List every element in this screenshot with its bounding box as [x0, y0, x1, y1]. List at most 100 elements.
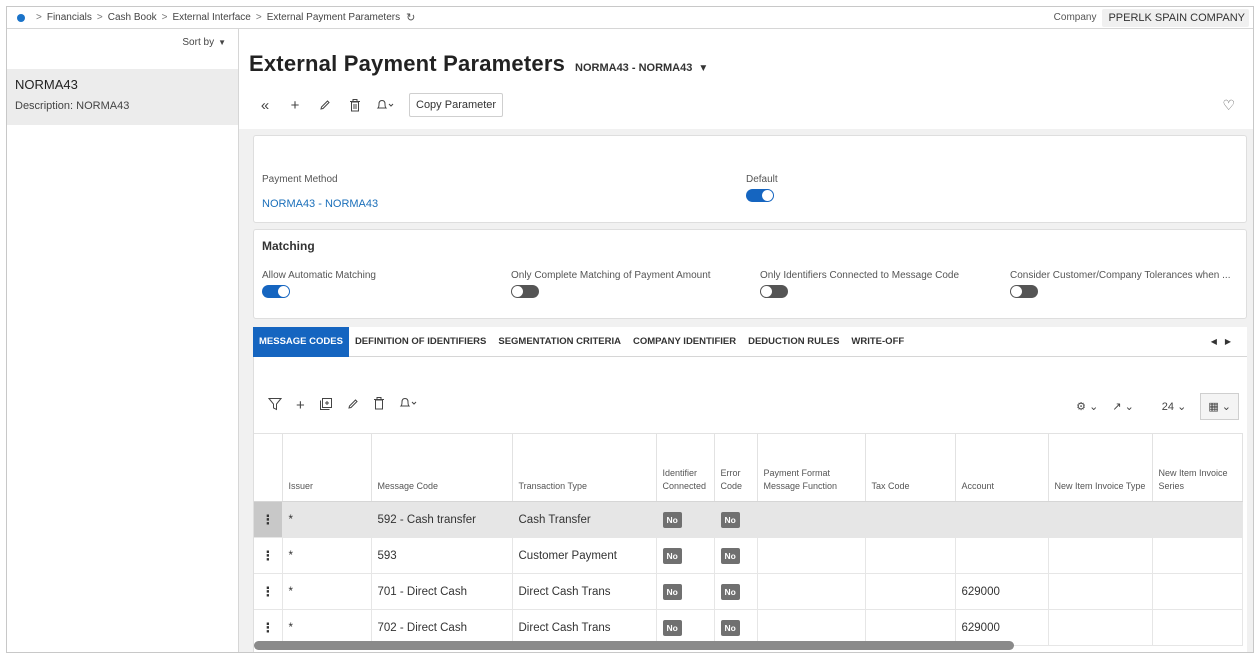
- breadcrumb-item-cash-book[interactable]: Cash Book: [108, 12, 157, 23]
- record-description-value: NORMA43: [76, 100, 130, 112]
- column-header-new-item-invoice-series[interactable]: New Item Invoice Series: [1152, 433, 1243, 502]
- settings-gear-icon[interactable]: ⚙ ⌄: [1076, 400, 1098, 413]
- tab-message-codes[interactable]: MESSAGE CODES: [253, 326, 349, 357]
- tolerances-toggle[interactable]: [1010, 285, 1038, 298]
- cell-error-code: No: [714, 573, 758, 610]
- sort-by-label: Sort by: [182, 36, 215, 48]
- tab-segmentation-criteria[interactable]: SEGMENTATION CRITERIA: [492, 327, 627, 357]
- record-selector[interactable]: NORMA43 - NORMA43: [575, 62, 692, 74]
- breadcrumb-item-current[interactable]: External Payment Parameters: [267, 12, 400, 23]
- matching-card: Matching Allow Automatic Matching Only C…: [253, 229, 1247, 319]
- tab-write-off[interactable]: WRITE-OFF: [845, 327, 910, 357]
- column-header-identifier-connected[interactable]: Identifier Connected: [656, 433, 715, 502]
- bell-icon[interactable]: [399, 397, 417, 415]
- app-frame: > Financials > Cash Book > External Inte…: [6, 6, 1254, 653]
- row-menu-icon[interactable]: ⋮: [254, 501, 283, 538]
- breadcrumb-item-external-interface[interactable]: External Interface: [172, 12, 250, 23]
- sort-by-button[interactable]: Sort by ▼: [7, 29, 238, 55]
- payment-method-field: Payment Method NORMA43 - NORMA43: [262, 174, 378, 210]
- identifiers-connected-toggle[interactable]: [760, 285, 788, 298]
- tab-definition-of-identifiers[interactable]: DEFINITION OF IDENTIFIERS: [349, 327, 492, 357]
- caret-down-icon[interactable]: ▼: [698, 63, 708, 74]
- delete-icon[interactable]: [343, 93, 367, 117]
- column-header-issuer[interactable]: Issuer: [282, 433, 372, 502]
- add-row-icon[interactable]: +: [296, 397, 305, 415]
- default-field: Default: [746, 174, 778, 202]
- grid-toolbar: + ⚙ ⌄ ↗ ⌄ 24 ⌄ ▦ ⌄: [254, 387, 1247, 427]
- complete-matching-label: Only Complete Matching of Payment Amount: [511, 270, 711, 281]
- column-header-error-code[interactable]: Error Code: [714, 433, 758, 502]
- copy-parameter-button[interactable]: Copy Parameter: [409, 93, 504, 117]
- status-dot-icon: [17, 13, 25, 22]
- grid-toolbar-right: ⚙ ⌄ ↗ ⌄ 24 ⌄ ▦ ⌄: [1062, 393, 1239, 420]
- cell-invoice-type: [1048, 537, 1153, 574]
- complete-matching-toggle[interactable]: [511, 285, 539, 298]
- message-codes-panel: + ⚙ ⌄ ↗ ⌄ 24 ⌄ ▦ ⌄ Issuer Message Code T…: [253, 357, 1247, 652]
- bell-icon[interactable]: [373, 93, 397, 117]
- top-bar: > Financials > Cash Book > External Inte…: [7, 7, 1253, 29]
- payment-method-link[interactable]: NORMA43 - NORMA43: [262, 198, 378, 210]
- edit-row-icon[interactable]: [347, 397, 359, 415]
- cell-account: [955, 501, 1049, 538]
- column-header-payment-format[interactable]: Payment Format Message Function: [757, 433, 866, 502]
- filter-icon[interactable]: [267, 397, 283, 415]
- cell-issuer: *: [282, 537, 372, 574]
- allow-automatic-matching-toggle[interactable]: [262, 285, 290, 298]
- company-value[interactable]: PPERLK SPAIN COMPANY: [1102, 8, 1249, 27]
- column-header-new-item-invoice-type[interactable]: New Item Invoice Type: [1048, 433, 1153, 502]
- column-header-message-code[interactable]: Message Code: [371, 433, 513, 502]
- refresh-icon[interactable]: ↻: [406, 11, 415, 24]
- page-header: External Payment Parameters NORMA43 - NO…: [239, 29, 1253, 129]
- matching-field-auto: Allow Automatic Matching: [262, 270, 376, 298]
- table-row[interactable]: ⋮ * 592 - Cash transfer Cash Transfer No…: [254, 501, 1243, 538]
- cell-payment-format: [757, 573, 866, 610]
- breadcrumb-separator-icon: >: [36, 12, 42, 23]
- grid-toolbar-left: +: [267, 397, 431, 415]
- cell-account-link[interactable]: 629000: [955, 573, 1049, 610]
- column-header-actions: [254, 433, 283, 502]
- page-size-value: 24: [1161, 401, 1175, 413]
- general-card: Payment Method NORMA43 - NORMA43 Default: [253, 135, 1247, 223]
- favorite-heart-icon[interactable]: ♡: [1222, 97, 1235, 114]
- tab-scroll-arrows-icon[interactable]: ◀▶: [1211, 337, 1247, 346]
- no-badge: No: [720, 547, 740, 564]
- company-selector[interactable]: Company PPERLK SPAIN COMPANY: [1054, 8, 1253, 27]
- duplicate-icon[interactable]: [319, 397, 333, 415]
- tab-bar: MESSAGE CODES DEFINITION OF IDENTIFIERS …: [253, 326, 1247, 357]
- tab-company-identifier[interactable]: COMPANY IDENTIFIER: [627, 327, 742, 357]
- cell-error-code: No: [714, 501, 758, 538]
- breadcrumb-separator-icon: >: [161, 12, 168, 23]
- table-header-row: Issuer Message Code Transaction Type Ide…: [254, 433, 1243, 502]
- column-header-transaction-type[interactable]: Transaction Type: [512, 433, 657, 502]
- column-header-account[interactable]: Account: [955, 433, 1049, 502]
- page-size-selector[interactable]: 24 ⌄: [1148, 400, 1187, 413]
- column-header-tax-code[interactable]: Tax Code: [865, 433, 956, 502]
- horizontal-scrollbar[interactable]: [254, 641, 1014, 650]
- delete-row-icon[interactable]: [373, 397, 385, 415]
- edit-icon[interactable]: [313, 93, 337, 117]
- export-icon[interactable]: ↗ ⌄: [1112, 400, 1134, 413]
- matching-field-tolerances: Consider Customer/Company Tolerances whe…: [1010, 270, 1230, 298]
- main-content: External Payment Parameters NORMA43 - NO…: [239, 29, 1253, 652]
- row-menu-icon[interactable]: ⋮: [254, 537, 283, 574]
- cell-invoice-type: [1048, 573, 1153, 610]
- allow-automatic-matching-label: Allow Automatic Matching: [262, 270, 376, 281]
- no-badge: No: [720, 583, 740, 600]
- table-row[interactable]: ⋮ * 593 Customer Payment No No: [254, 537, 1243, 574]
- row-menu-icon[interactable]: ⋮: [254, 573, 283, 610]
- record-description: Description: NORMA43: [15, 100, 238, 112]
- default-toggle[interactable]: [746, 189, 774, 202]
- table-view-icon[interactable]: ▦ ⌄: [1200, 393, 1239, 420]
- matching-field-identifiers: Only Identifiers Connected to Message Co…: [760, 270, 959, 298]
- cell-issuer: *: [282, 573, 372, 610]
- collapse-left-icon[interactable]: «: [253, 93, 277, 117]
- breadcrumb-item-financials[interactable]: Financials: [47, 12, 92, 23]
- cell-tax-code: [865, 537, 956, 574]
- table-row[interactable]: ⋮ * 701 - Direct Cash Direct Cash Trans …: [254, 573, 1243, 610]
- add-icon[interactable]: +: [283, 93, 307, 117]
- record-list-item[interactable]: NORMA43 Description: NORMA43: [7, 69, 238, 125]
- default-label: Default: [746, 174, 778, 185]
- no-badge: No: [662, 619, 682, 636]
- page-title-row: External Payment Parameters NORMA43 - NO…: [249, 51, 708, 77]
- tab-deduction-rules[interactable]: DEDUCTION RULES: [742, 327, 845, 357]
